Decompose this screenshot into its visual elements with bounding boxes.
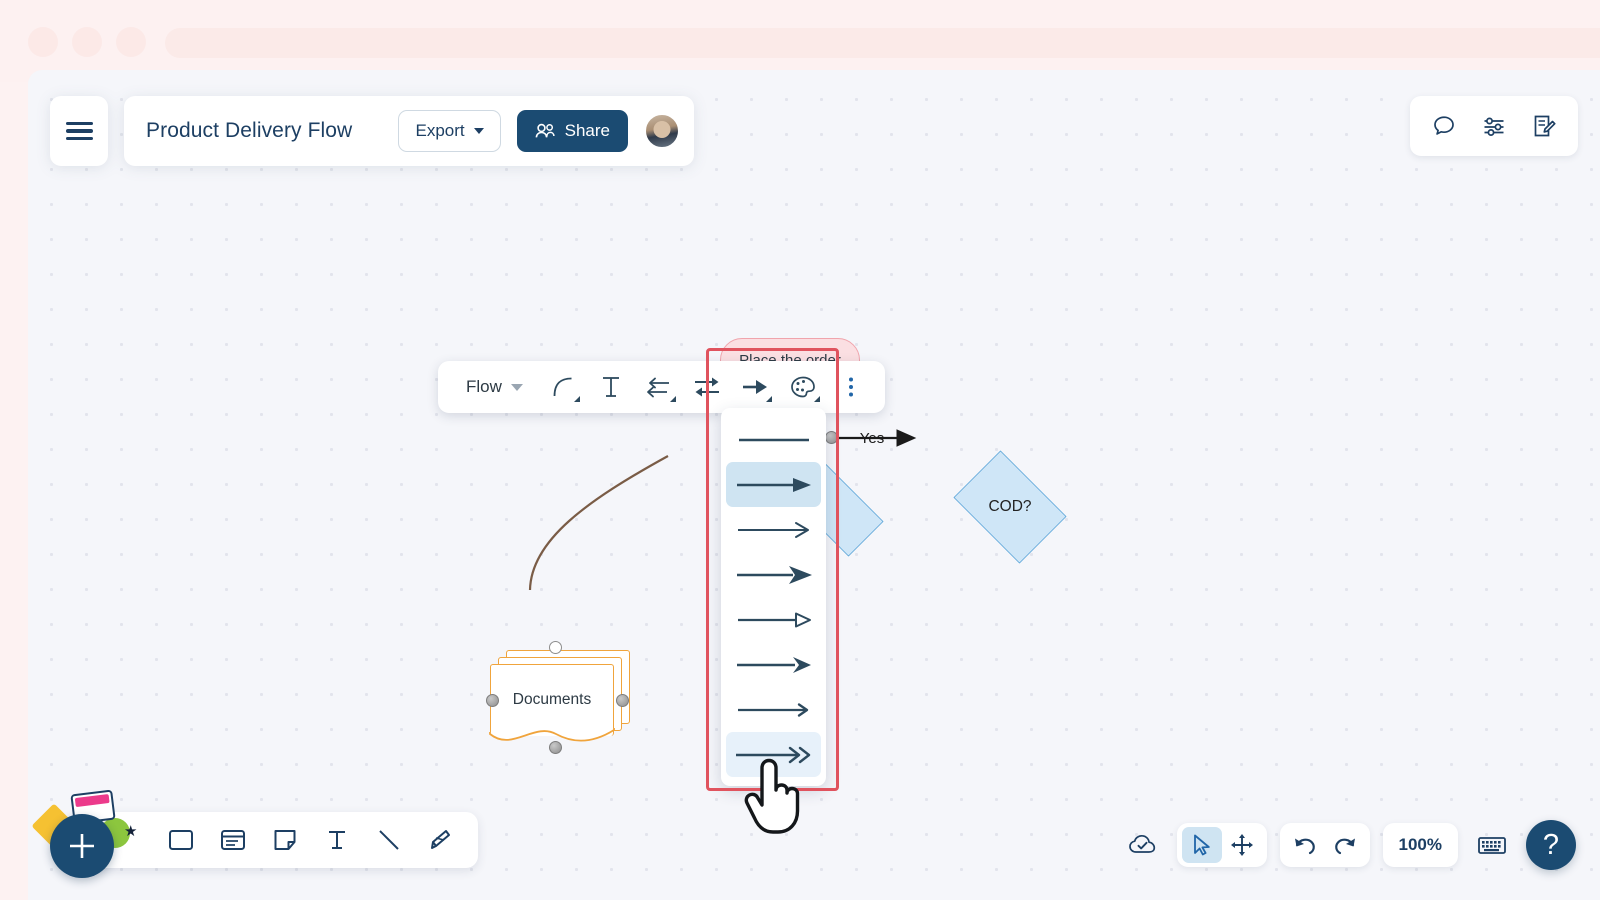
window-close-dot[interactable] (116, 27, 146, 57)
arrowhead-style-menu[interactable] (721, 408, 826, 786)
diagram-canvas[interactable]: Product Delivery Flow Export Share Yes C… (28, 70, 1600, 900)
arrow-option-none[interactable] (726, 417, 821, 462)
line-tool-icon[interactable] (366, 817, 412, 863)
flow-type-dropdown[interactable]: Flow (450, 367, 537, 407)
history-group (1279, 823, 1370, 867)
arrow-option-stealth[interactable] (726, 642, 821, 687)
shape-tool-bar (86, 812, 478, 868)
help-button[interactable]: ? (1526, 820, 1576, 870)
arrow-option-hollow-triangle[interactable] (726, 597, 821, 642)
sticky-note-icon[interactable] (262, 817, 308, 863)
pointer-mode-group (1176, 823, 1267, 867)
arrow-option-thin-open[interactable] (726, 507, 821, 552)
line-style-icon[interactable] (637, 367, 681, 407)
connection-handle-bottom[interactable] (549, 741, 562, 754)
address-bar[interactable] (165, 28, 1600, 58)
line-direction-icon[interactable] (685, 367, 729, 407)
text-icon[interactable] (589, 367, 633, 407)
add-shape-button[interactable] (50, 814, 114, 878)
keyboard-shortcuts-icon[interactable] (1471, 824, 1513, 866)
edge-documents-to-order (528, 455, 669, 591)
node-label: COD? (988, 498, 1032, 515)
chevron-down-icon (510, 383, 523, 391)
arrow-option-filled-triangle[interactable] (726, 462, 821, 507)
node-documents[interactable]: Documents (486, 641, 630, 754)
window-maximize-dot[interactable] (72, 27, 102, 57)
plus-icon (70, 834, 94, 858)
cursor-select-icon[interactable] (1181, 827, 1222, 863)
dropdown-triangle-icon (573, 396, 580, 402)
palette-icon[interactable] (781, 367, 825, 407)
cloud-saved-icon[interactable] (1122, 824, 1164, 866)
connection-handle-right[interactable] (616, 694, 629, 707)
edge-label-yes: Yes (860, 430, 884, 447)
curve-style-icon[interactable] (541, 367, 585, 407)
connection-handle-cod-in[interactable] (825, 431, 838, 444)
edge-format-toolbar: Flow (438, 361, 885, 413)
arrow-option-open-chevron[interactable] (726, 687, 821, 732)
text-tool-icon[interactable] (314, 817, 360, 863)
connection-handle-top[interactable] (549, 641, 562, 654)
redo-icon[interactable] (1325, 827, 1365, 863)
dropdown-triangle-icon (813, 396, 820, 402)
arrow-option-concave-filled[interactable] (726, 552, 821, 597)
undo-icon[interactable] (1285, 827, 1325, 863)
node-cod[interactable]: COD? (944, 450, 1076, 564)
help-label: ? (1542, 828, 1560, 861)
view-controls: 100% ? (1122, 820, 1576, 870)
pan-move-icon[interactable] (1222, 827, 1262, 863)
dropdown-triangle-icon (669, 396, 676, 402)
zoom-level-display[interactable]: 100% (1382, 823, 1458, 867)
arrow-option-double-chevron[interactable] (726, 732, 821, 777)
node-label: Documents (512, 691, 592, 708)
more-options-icon[interactable] (829, 367, 873, 407)
card-shape-icon[interactable] (210, 817, 256, 863)
arrowhead-icon[interactable] (733, 367, 777, 407)
connection-handle-left[interactable] (486, 694, 499, 707)
rectangle-shape-icon[interactable] (158, 817, 204, 863)
flow-type-label: Flow (466, 377, 502, 396)
window-minimize-dot[interactable] (28, 27, 58, 57)
pen-tool-icon[interactable] (418, 817, 464, 863)
dropdown-triangle-icon (765, 396, 772, 402)
